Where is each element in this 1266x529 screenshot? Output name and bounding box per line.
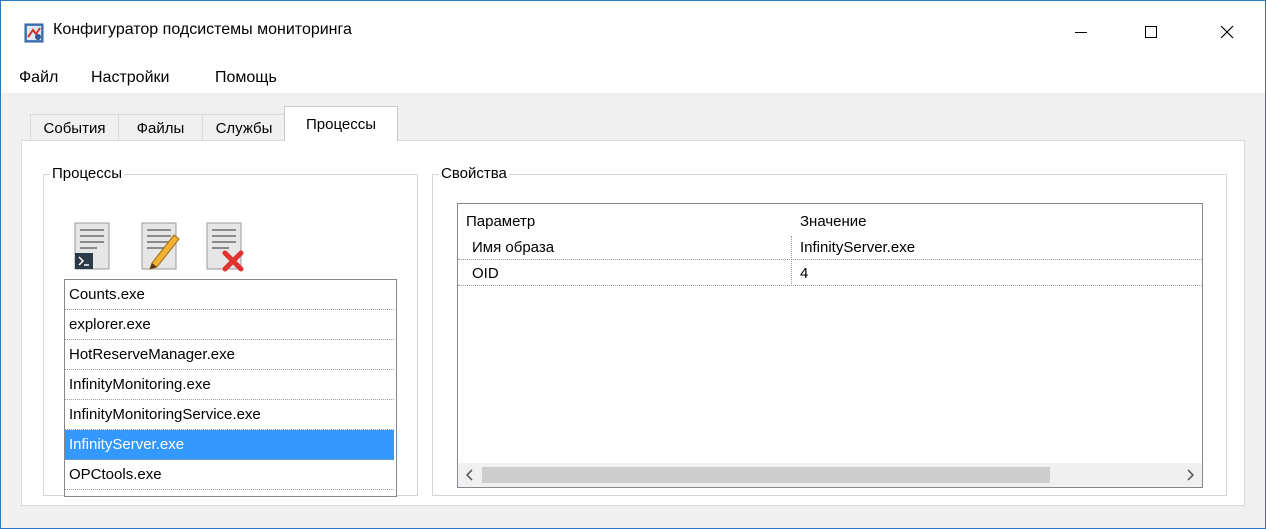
horizontal-scrollbar[interactable] bbox=[458, 463, 1202, 487]
row-value: 4 bbox=[800, 265, 809, 282]
list-item[interactable]: InfinityMonitoring.exe bbox=[65, 370, 394, 400]
column-header-value[interactable]: Значение bbox=[792, 210, 1202, 234]
menu-bar: Файл Настройки Помощь bbox=[1, 63, 1265, 93]
list-item[interactable]: Counts.exe bbox=[65, 280, 394, 310]
tab-events[interactable]: События bbox=[30, 114, 119, 141]
list-item[interactable]: OPCtools.exe bbox=[65, 460, 394, 490]
scroll-thumb[interactable] bbox=[482, 467, 1050, 483]
table-row[interactable]: Имя образа InfinityServer.exe bbox=[458, 236, 1202, 260]
properties-grid[interactable]: Параметр Значение Имя образа InfinitySer… bbox=[457, 203, 1203, 488]
title-bar[interactable]: Конфигуратор подсистемы мониторинга bbox=[1, 1, 1265, 63]
minimize-icon bbox=[1075, 32, 1087, 33]
menu-settings[interactable]: Настройки bbox=[88, 67, 172, 89]
tab-services[interactable]: Службы bbox=[202, 114, 286, 141]
list-item[interactable]: InfinityMonitoringService.exe bbox=[65, 400, 394, 430]
maximize-icon bbox=[1145, 26, 1157, 38]
scroll-right-button[interactable] bbox=[1178, 463, 1202, 487]
column-divider bbox=[791, 236, 792, 284]
properties-group: Свойства Параметр Значение Имя образа In… bbox=[432, 165, 1227, 496]
scroll-left-button[interactable] bbox=[458, 463, 482, 487]
edit-process-icon[interactable] bbox=[138, 221, 182, 273]
tab-panel-processes: Процессы Counts.exe explorer.exe HotRese… bbox=[21, 140, 1245, 506]
processes-group: Процессы Counts.exe explorer.exe HotRese… bbox=[43, 165, 418, 497]
row-param: OID bbox=[472, 265, 499, 282]
app-icon bbox=[24, 23, 44, 43]
list-item[interactable]: HotReserveManager.exe bbox=[65, 340, 394, 370]
processes-group-label: Процессы bbox=[50, 165, 125, 183]
main-window: Конфигуратор подсистемы мониторинга Файл… bbox=[0, 0, 1266, 529]
column-header-param[interactable]: Параметр bbox=[458, 210, 792, 234]
list-item-selected[interactable]: InfinityServer.exe bbox=[65, 430, 394, 460]
tab-files[interactable]: Файлы bbox=[118, 114, 203, 141]
add-process-icon[interactable] bbox=[71, 221, 115, 273]
menu-help[interactable]: Помощь bbox=[212, 67, 280, 89]
delete-process-icon[interactable] bbox=[203, 221, 247, 273]
process-list[interactable]: Counts.exe explorer.exe HotReserveManage… bbox=[64, 279, 397, 497]
maximize-button[interactable] bbox=[1121, 1, 1181, 63]
chevron-right-icon bbox=[1187, 469, 1195, 481]
window-title: Конфигуратор подсистемы мониторинга bbox=[53, 21, 352, 38]
row-value: InfinityServer.exe bbox=[800, 239, 916, 256]
close-icon bbox=[1220, 25, 1234, 39]
list-item[interactable]: explorer.exe bbox=[65, 310, 394, 340]
tab-processes[interactable]: Процессы bbox=[284, 106, 398, 141]
grid-header-row: Параметр Значение bbox=[458, 210, 1202, 234]
properties-group-label: Свойства bbox=[439, 165, 509, 183]
minimize-button[interactable] bbox=[1051, 1, 1111, 63]
close-button[interactable] bbox=[1197, 1, 1257, 63]
table-row[interactable]: OID 4 bbox=[458, 262, 1202, 286]
menu-file[interactable]: Файл bbox=[16, 67, 61, 89]
chevron-left-icon bbox=[465, 469, 473, 481]
row-param: Имя образа bbox=[472, 239, 555, 256]
